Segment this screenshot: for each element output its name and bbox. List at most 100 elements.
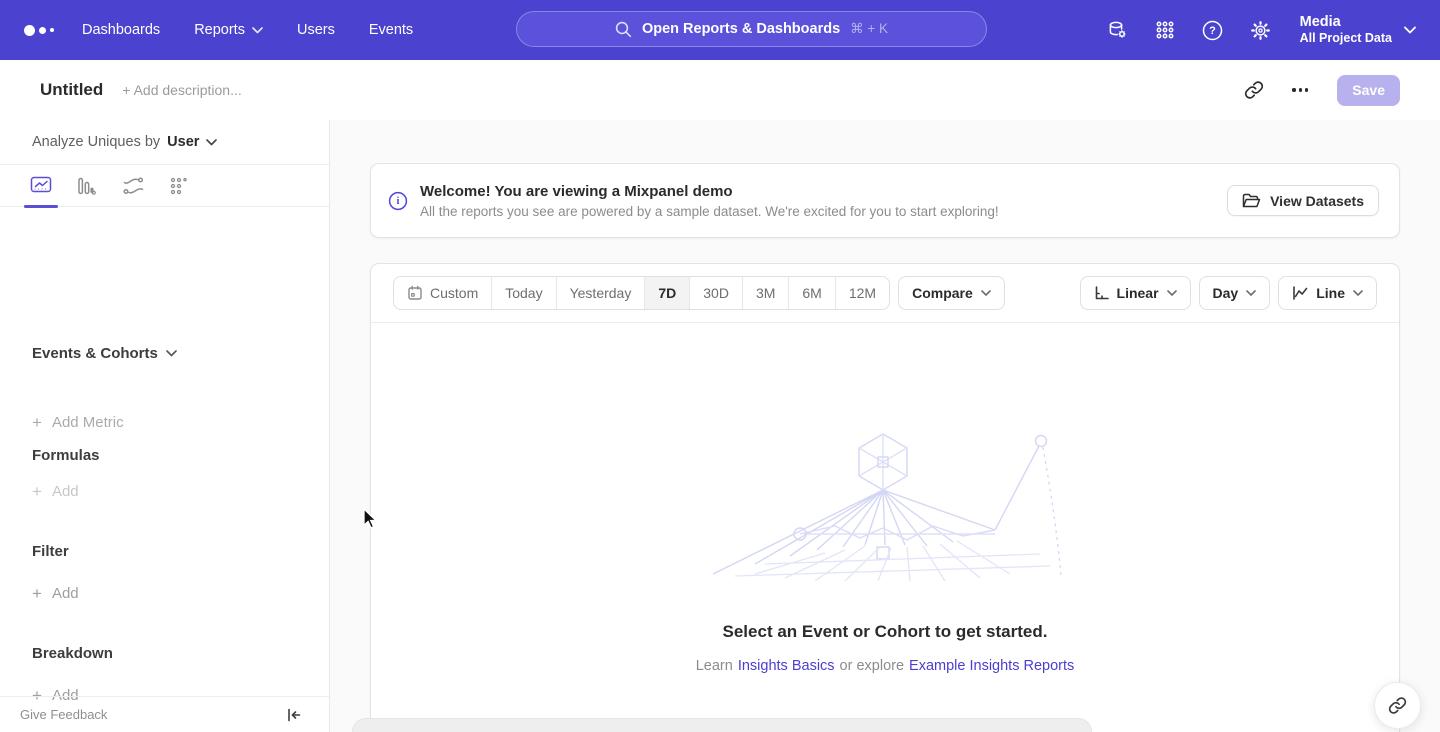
date-range-today[interactable]: Today	[491, 277, 555, 309]
analyze-uniques-selector[interactable]: Analyze Uniques by User	[0, 120, 329, 165]
chevron-down-icon	[166, 350, 177, 357]
compare-dropdown[interactable]: Compare	[898, 276, 1005, 310]
data-management-icon[interactable]	[1106, 19, 1128, 41]
banner-title: Welcome! You are viewing a Mixpanel demo	[420, 183, 999, 200]
interval-dropdown[interactable]: Day	[1199, 276, 1271, 310]
primary-nav: Dashboards Reports Users Events	[82, 22, 413, 38]
report-description-placeholder[interactable]: + Add description...	[122, 82, 241, 98]
nav-item-reports[interactable]: Reports	[194, 22, 263, 38]
date-range-6m[interactable]: 6M	[788, 277, 834, 309]
tab-flows[interactable]	[110, 165, 156, 207]
learn-prefix: Learn	[696, 658, 733, 674]
info-icon: i	[388, 191, 408, 211]
add-filter-button[interactable]: + Add	[32, 585, 79, 602]
add-formula-button[interactable]: + Add	[32, 483, 79, 500]
events-cohorts-section-header[interactable]: Events & Cohorts	[32, 345, 177, 362]
chevron-down-icon	[981, 290, 991, 297]
add-metric-button[interactable]: + Add Metric	[32, 414, 124, 431]
logo-dot	[24, 25, 35, 36]
empty-state-illustration	[695, 426, 1075, 581]
date-range-custom[interactable]: Custom	[394, 277, 491, 309]
date-range-7d[interactable]: 7D	[644, 277, 689, 309]
date-range-yesterday[interactable]: Yesterday	[556, 277, 645, 309]
svg-text:i: i	[397, 196, 400, 207]
insights-chart-icon	[30, 176, 52, 196]
breakdown-panel-top-edge	[352, 718, 1092, 732]
main-content: i Welcome! You are viewing a Mixpanel de…	[330, 120, 1440, 732]
titlebar-actions: Save	[1243, 75, 1400, 106]
banner-subtitle: All the reports you see are powered by a…	[420, 204, 999, 219]
chart-controls: Custom Today Yesterday 7D 30D 3M 6M 12M …	[371, 264, 1399, 323]
tab-metrics-grid[interactable]	[156, 165, 202, 207]
project-info: Media All Project Data	[1300, 14, 1392, 46]
nav-item-dashboards[interactable]: Dashboards	[82, 22, 160, 38]
insights-basics-link[interactable]: Insights Basics	[738, 658, 835, 674]
nav-item-label: Reports	[194, 22, 245, 38]
global-search[interactable]: Open Reports & Dashboards ⌘ + K	[516, 11, 987, 47]
chart-type-dropdown[interactable]: Line	[1278, 276, 1377, 310]
tab-bar-chart[interactable]	[64, 165, 110, 207]
chevron-down-icon	[1167, 290, 1177, 297]
view-datasets-button[interactable]: View Datasets	[1227, 185, 1379, 216]
banner-text: Welcome! You are viewing a Mixpanel demo…	[420, 183, 999, 219]
project-scope: All Project Data	[1300, 31, 1392, 46]
nav-item-label: Events	[369, 22, 413, 38]
give-feedback-link[interactable]: Give Feedback	[20, 707, 107, 722]
save-button[interactable]: Save	[1337, 75, 1400, 106]
dot-grid-icon	[170, 177, 188, 195]
nav-item-events[interactable]: Events	[369, 22, 413, 38]
share-link-floating-button[interactable]	[1374, 682, 1421, 729]
search-shortcut: ⌘ + K	[850, 21, 888, 37]
add-metric-label: Add Metric	[52, 414, 124, 431]
bar-chart-icon	[77, 176, 97, 196]
date-range-control: Custom Today Yesterday 7D 30D 3M 6M 12M	[393, 276, 890, 310]
date-range-12m[interactable]: 12M	[835, 277, 889, 309]
analyze-value: User	[167, 134, 199, 150]
project-selector[interactable]: Media All Project Data	[1300, 14, 1416, 46]
date-range-30d[interactable]: 30D	[689, 277, 742, 309]
search-placeholder: Open Reports & Dashboards	[642, 21, 840, 37]
nav-item-users[interactable]: Users	[297, 22, 335, 38]
folder-icon	[1242, 193, 1261, 209]
axis-icon	[1094, 286, 1109, 300]
plus-icon: +	[32, 414, 42, 431]
nav-item-label: Dashboards	[82, 22, 160, 38]
copy-link-icon[interactable]	[1243, 79, 1265, 101]
logo-dot	[39, 27, 46, 34]
date-range-3m[interactable]: 3M	[742, 277, 788, 309]
insights-report-card: Custom Today Yesterday 7D 30D 3M 6M 12M …	[370, 263, 1400, 732]
chevron-down-icon	[1353, 290, 1363, 297]
plus-icon: +	[32, 585, 42, 602]
mixpanel-logo[interactable]	[24, 25, 68, 36]
add-label: Add	[52, 585, 79, 602]
sidebar-footer: Give Feedback	[0, 696, 329, 732]
formulas-section-label: Formulas	[32, 447, 100, 464]
tab-insights-line-chart[interactable]	[18, 165, 64, 207]
chart-display-controls: Linear Day Line	[1080, 276, 1377, 310]
collapse-sidebar-icon[interactable]	[285, 706, 303, 724]
help-icon[interactable]: ?	[1202, 19, 1224, 41]
link-icon	[1388, 696, 1407, 715]
top-nav: Dashboards Reports Users Events Open Rep…	[0, 0, 1440, 60]
gear-icon[interactable]	[1250, 19, 1272, 41]
add-label: Add	[52, 483, 79, 500]
middle-text: or explore	[840, 658, 904, 674]
chevron-down-icon	[1404, 26, 1416, 34]
nav-item-label: Users	[297, 22, 335, 38]
empty-state: Select an Event or Cohort to get started…	[371, 426, 1399, 674]
report-title[interactable]: Untitled	[40, 80, 103, 100]
apps-grid-icon[interactable]	[1154, 19, 1176, 41]
flows-icon	[123, 177, 144, 195]
demo-welcome-banner: i Welcome! You are viewing a Mixpanel de…	[370, 163, 1400, 238]
visualization-tabs	[0, 165, 329, 207]
scale-dropdown[interactable]: Linear	[1080, 276, 1191, 310]
empty-state-title: Select an Event or Cohort to get started…	[371, 622, 1399, 642]
plus-icon: +	[32, 483, 42, 500]
more-options-icon[interactable]	[1289, 79, 1311, 101]
chevron-down-icon	[206, 139, 217, 146]
svg-text:?: ?	[1209, 25, 1216, 37]
query-builder-sidebar: Analyze Uniques by User	[0, 120, 330, 732]
section-label: Events & Cohorts	[32, 345, 158, 362]
report-titlebar: Untitled + Add description... Save	[0, 60, 1440, 120]
example-insights-reports-link[interactable]: Example Insights Reports	[909, 658, 1074, 674]
